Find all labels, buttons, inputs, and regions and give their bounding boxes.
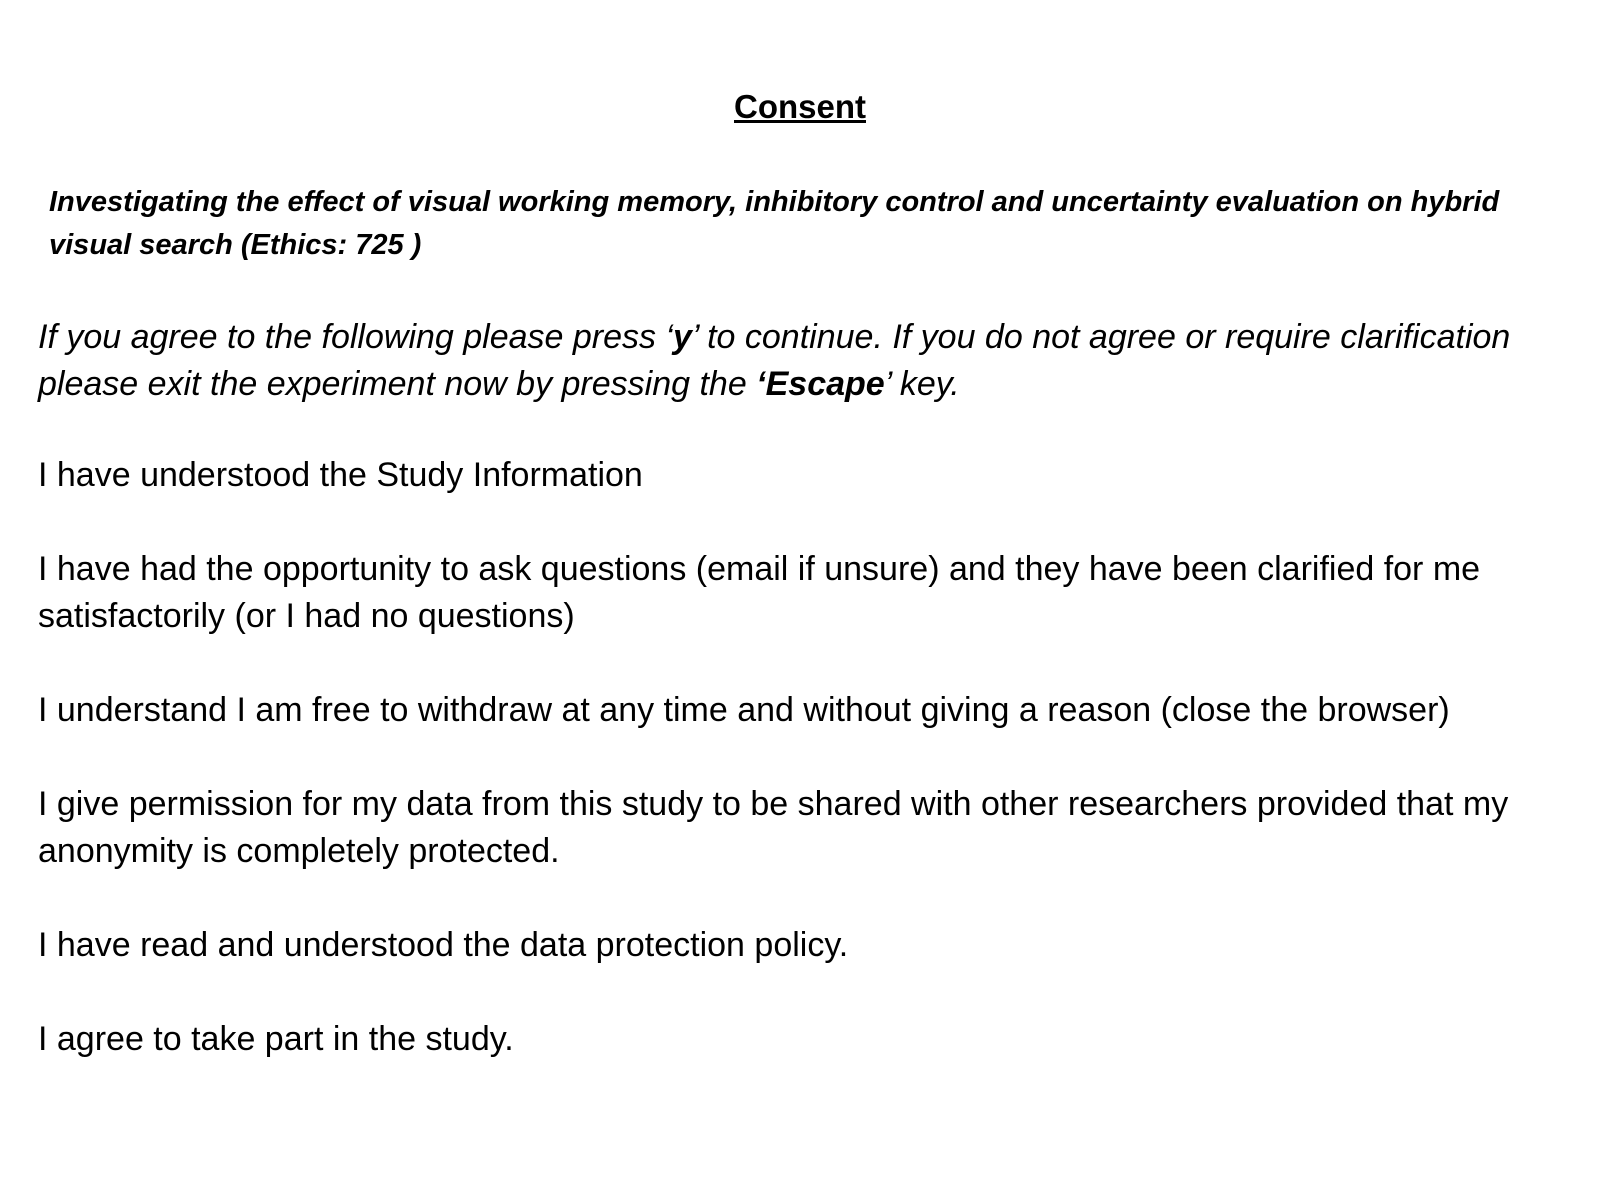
- consent-page: Consent Investigating the effect of visu…: [0, 0, 1600, 1200]
- instruction-text-part-1: If you agree to the following please pre…: [38, 318, 674, 356]
- instruction-text-part-3: ’ key.: [884, 365, 960, 403]
- consent-statement-questions: I have had the opportunity to ask questi…: [38, 550, 1481, 635]
- consent-statement-data-protection: I have read and understood the data prot…: [38, 926, 849, 964]
- consent-statement-data-sharing: I give permission for my data from this …: [38, 785, 1509, 870]
- continue-key-label: y: [673, 318, 692, 356]
- study-title: Investigating the effect of visual worki…: [49, 186, 1500, 261]
- consent-statement-withdraw: I understand I am free to withdraw at an…: [38, 691, 1450, 729]
- consent-statement-study-information: I have understood the Study Information: [38, 456, 643, 494]
- consent-instruction: If you agree to the following please pre…: [38, 314, 1578, 408]
- page-title: Consent: [734, 88, 866, 125]
- consent-statement-take-part: I agree to take part in the study.: [38, 1020, 514, 1058]
- escape-key-label: ‘Escape: [756, 365, 885, 403]
